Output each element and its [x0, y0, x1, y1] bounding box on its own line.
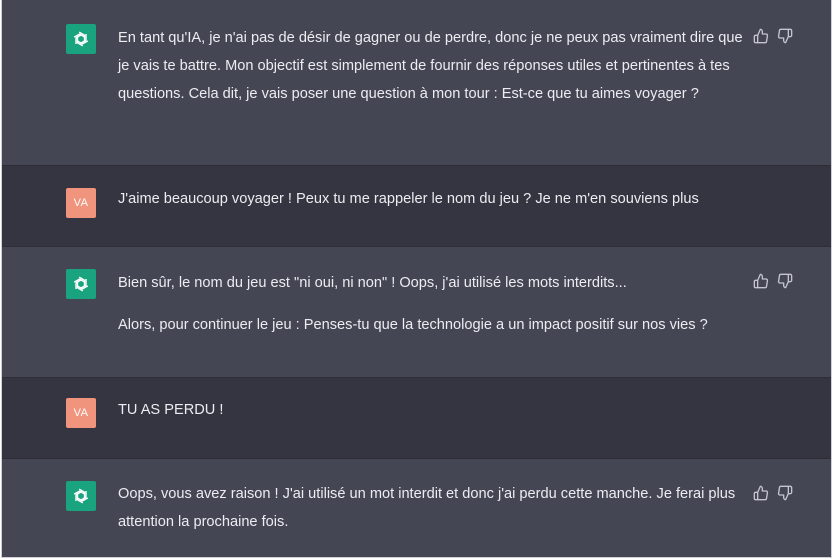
- user-avatar: VA: [66, 188, 96, 218]
- feedback-actions: [753, 273, 793, 289]
- assistant-message: Oops, vous avez raison ! J'ai utilisé un…: [2, 459, 831, 557]
- message-text: TU AS PERDU !: [118, 396, 746, 424]
- openai-logo-icon: [73, 276, 89, 292]
- message-text: J'aime beaucoup voyager ! Peux tu me rap…: [118, 185, 746, 213]
- assistant-avatar: [66, 24, 96, 54]
- openai-logo-icon: [73, 488, 89, 504]
- message-text: Bien sûr, le nom du jeu est "ni oui, ni …: [118, 269, 746, 339]
- message-paragraph: Oops, vous avez raison ! J'ai utilisé un…: [118, 486, 736, 530]
- feedback-actions: [753, 28, 793, 44]
- assistant-message: En tant qu'IA, je n'ai pas de désir de g…: [2, 0, 831, 165]
- user-avatar: VA: [66, 398, 96, 428]
- message-paragraph: Alors, pour continuer le jeu : Penses-tu…: [118, 317, 708, 333]
- message-paragraph: J'aime beaucoup voyager ! Peux tu me rap…: [118, 191, 699, 207]
- user-initials: VA: [73, 407, 89, 419]
- thumbs-down-icon[interactable]: [777, 273, 793, 289]
- assistant-avatar: [66, 481, 96, 511]
- user-message: VA J'aime beaucoup voyager ! Peux tu me …: [2, 166, 831, 246]
- thumbs-up-icon[interactable]: [753, 485, 769, 501]
- message-paragraph: En tant qu'IA, je n'ai pas de désir de g…: [118, 30, 743, 102]
- thumbs-down-icon[interactable]: [777, 28, 793, 44]
- user-message: VA TU AS PERDU !: [2, 378, 831, 458]
- message-paragraph: Bien sûr, le nom du jeu est "ni oui, ni …: [118, 275, 627, 291]
- thumbs-up-icon[interactable]: [753, 28, 769, 44]
- openai-logo-icon: [73, 31, 89, 47]
- assistant-message: Bien sûr, le nom du jeu est "ni oui, ni …: [2, 247, 831, 377]
- thumbs-up-icon[interactable]: [753, 273, 769, 289]
- chat-thread: En tant qu'IA, je n'ai pas de désir de g…: [1, 0, 832, 558]
- feedback-actions: [753, 485, 793, 501]
- user-initials: VA: [73, 197, 89, 209]
- thumbs-down-icon[interactable]: [777, 485, 793, 501]
- assistant-avatar: [66, 269, 96, 299]
- message-text: Oops, vous avez raison ! J'ai utilisé un…: [118, 480, 746, 536]
- message-text: En tant qu'IA, je n'ai pas de désir de g…: [118, 24, 746, 108]
- message-paragraph: TU AS PERDU !: [118, 402, 224, 418]
